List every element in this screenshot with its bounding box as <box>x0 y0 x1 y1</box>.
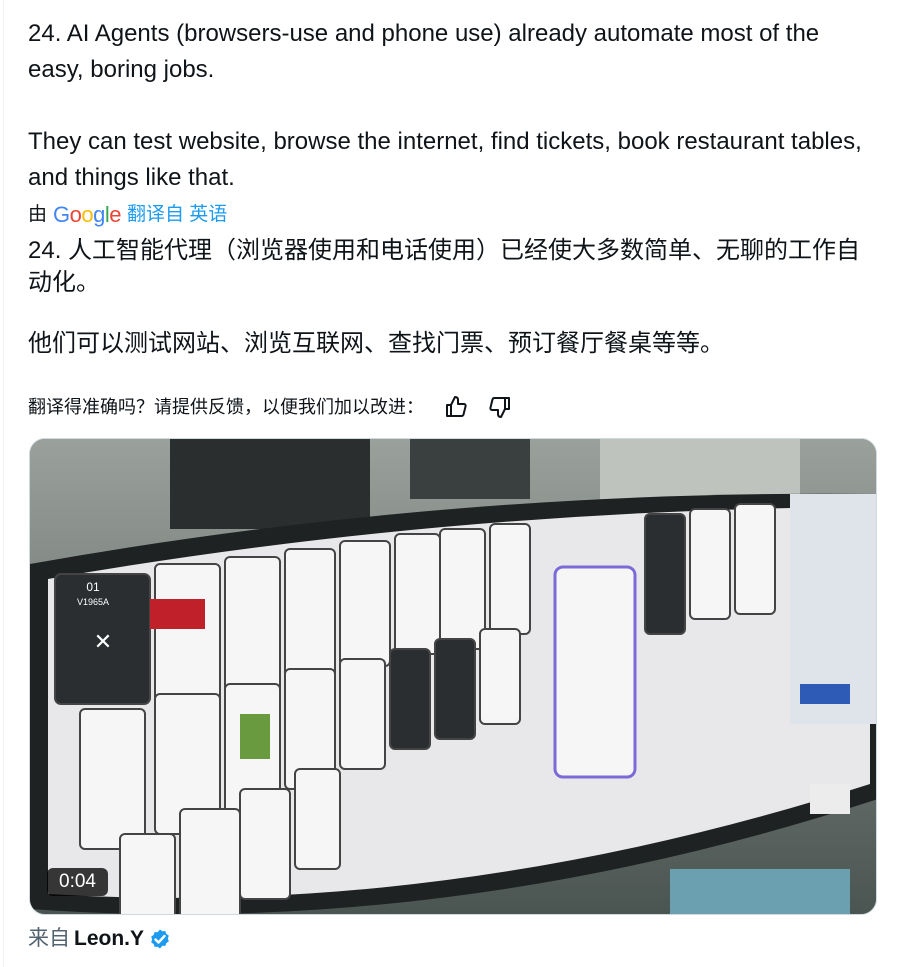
tweet-text-original-1: 24. AI Agents (browsers-use and phone us… <box>28 20 820 83</box>
tweet-text-original-2: They can test website, browse the intern… <box>28 128 862 191</box>
thumbs-up-icon[interactable] <box>444 395 468 419</box>
tweet-text-translated-1: 24. 人工智能代理（浏览器使用和电话使用）已经使大多数简单、无聊的工作自动化。 <box>28 237 861 296</box>
feedback-prompt: 翻译得准确吗？请提供反馈，以便我们加以改进： <box>28 397 424 417</box>
x-logo-icon: ✕ <box>94 629 112 654</box>
screen-label: 01 <box>86 580 100 594</box>
translation-attribution: 由 Google 翻译自 英语 <box>28 200 227 230</box>
video-player[interactable]: 01 V1965A ✕ <box>29 438 877 915</box>
screen-label: V1965A <box>77 597 109 607</box>
verified-badge-icon <box>151 929 169 949</box>
translation-by: 由 <box>28 204 48 225</box>
translated-from-link[interactable]: 翻译自 英语 <box>127 200 227 230</box>
source-author-link[interactable]: Leon.Y <box>74 925 144 953</box>
video-frame: 01 V1965A ✕ <box>30 439 876 914</box>
timeline-border <box>3 0 4 967</box>
thumbs-down-icon[interactable] <box>488 395 512 419</box>
google-logo: Google <box>53 202 122 227</box>
tweet-text-translated-2: 他们可以测试网站、浏览互联网、查找门票、预订餐厅餐桌等等。 <box>28 330 724 357</box>
translation-feedback: 翻译得准确吗？请提供反馈，以便我们加以改进： <box>28 393 512 421</box>
video-duration: 0:04 <box>47 868 108 896</box>
video-source: 来自 Leon.Y <box>28 925 172 953</box>
source-label: 来自 <box>28 927 70 950</box>
